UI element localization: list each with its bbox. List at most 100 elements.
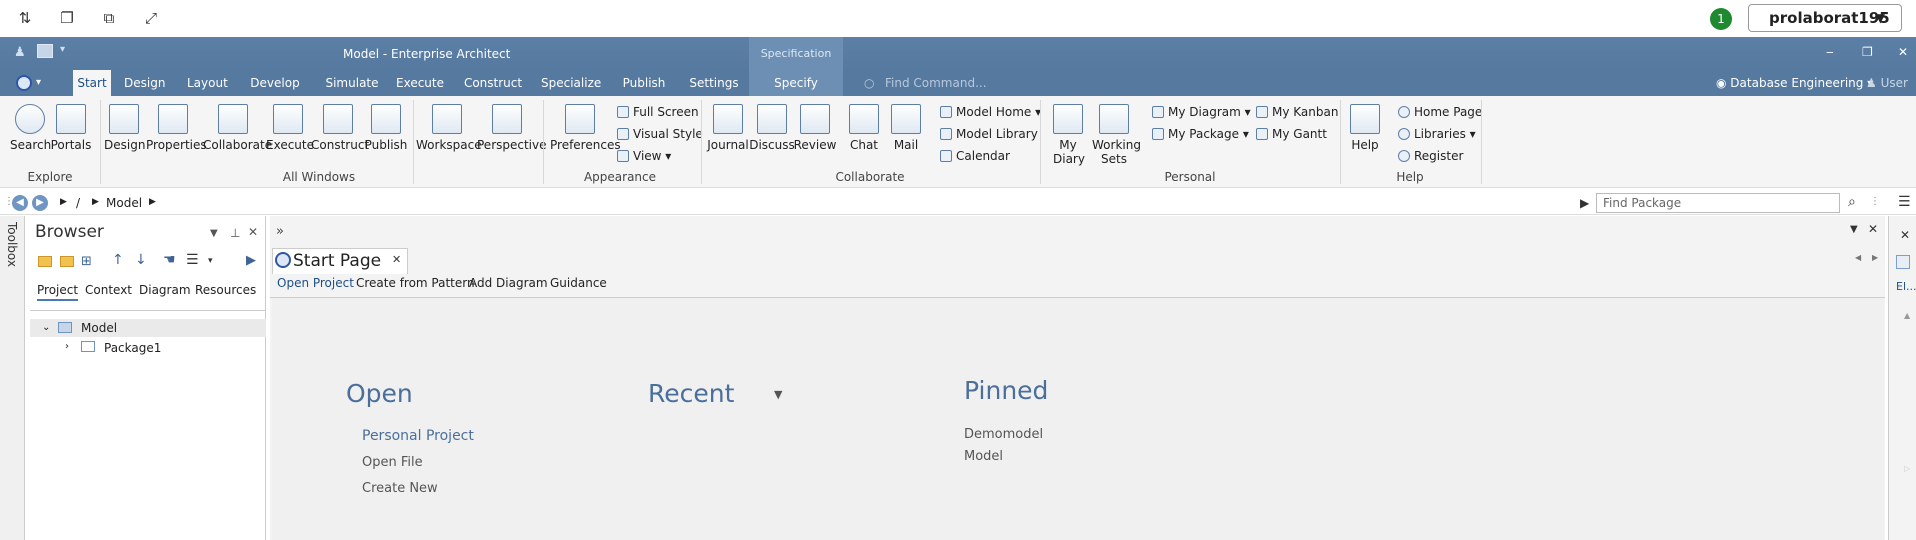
chevron-down-icon[interactable]: ▾ xyxy=(208,256,213,266)
chevron-right-icon[interactable]: › xyxy=(65,341,69,352)
menu-icon[interactable]: ☰ xyxy=(1898,194,1911,210)
new-package-icon[interactable] xyxy=(38,256,52,267)
hand-icon[interactable]: ☚ xyxy=(163,252,176,268)
chevron-right-icon[interactable]: ▶ xyxy=(60,197,67,207)
personal-project-link[interactable]: Personal Project xyxy=(362,428,474,444)
properties-button[interactable]: Properties xyxy=(146,104,207,152)
close-icon[interactable]: ✕ xyxy=(392,253,401,266)
workspace-selector[interactable]: ◉ Database Engineering ▾ xyxy=(1716,70,1873,96)
tab-start[interactable]: Start xyxy=(73,70,111,96)
swap-icon[interactable]: ⇅ xyxy=(15,8,35,28)
tab-layout[interactable]: Layout xyxy=(187,70,228,96)
my-diagram-button[interactable]: My Diagram ▾ xyxy=(1152,105,1251,119)
arrow-up-icon[interactable]: ↑ xyxy=(112,252,124,268)
portals-button[interactable]: Portals xyxy=(50,104,92,152)
scroll-right-icon[interactable]: ▷ xyxy=(1904,464,1910,473)
tab-start-page[interactable]: Start Page xyxy=(272,248,408,274)
menu-icon[interactable]: ☰ xyxy=(186,252,199,268)
app-icon[interactable] xyxy=(37,44,53,58)
mail-button[interactable]: Mail xyxy=(887,104,925,152)
tab-simulate[interactable]: Simulate xyxy=(322,70,382,96)
restore-window-icon[interactable]: ❐ xyxy=(1862,45,1873,59)
scroll-up-icon[interactable]: ▲ xyxy=(1904,311,1910,320)
notification-badge[interactable]: 1 xyxy=(1710,8,1732,30)
chevron-left-icon[interactable]: ◀ xyxy=(1855,253,1861,262)
libraries-button[interactable]: Libraries ▾ xyxy=(1398,127,1476,141)
full-screen-button[interactable]: Full Screen xyxy=(617,105,699,119)
discuss-button[interactable]: Discuss xyxy=(749,104,795,152)
fullscreen-icon[interactable]: ⤢ xyxy=(141,8,161,28)
subtab-guidance[interactable]: Guidance xyxy=(550,276,607,290)
chevron-right-icon[interactable]: ▶ xyxy=(149,197,156,207)
subtab-create-from-pattern[interactable]: Create from Pattern xyxy=(356,276,475,290)
windows-icon[interactable]: ⧉ xyxy=(99,8,119,28)
chat-button[interactable]: Chat xyxy=(845,104,883,152)
my-gantt-button[interactable]: My Gantt xyxy=(1256,127,1327,141)
collaborate-window-button[interactable]: Collaborate xyxy=(203,104,272,152)
pinned-item[interactable]: Model xyxy=(964,449,1003,464)
design-button[interactable]: Design xyxy=(104,104,145,152)
tab-construct[interactable]: Construct xyxy=(463,70,523,96)
model-library-button[interactable]: Model Library xyxy=(940,127,1038,141)
calendar-button[interactable]: Calendar xyxy=(940,149,1010,163)
subtab-open-project[interactable]: Open Project xyxy=(277,276,354,290)
chevron-down-icon[interactable]: ⌄ xyxy=(42,322,50,333)
close-icon[interactable]: ✕ xyxy=(248,225,258,239)
play-icon[interactable]: ▶ xyxy=(1580,196,1589,210)
tab-develop[interactable]: Develop xyxy=(250,70,300,96)
folder-icon[interactable] xyxy=(60,256,74,267)
pin-icon[interactable]: ⊥ xyxy=(230,226,240,240)
register-button[interactable]: Register xyxy=(1398,149,1463,163)
home-page-button[interactable]: Home Page xyxy=(1398,105,1482,119)
tree-item-package1[interactable]: Package1 xyxy=(104,341,161,355)
quick-access-icon[interactable]: ▾ xyxy=(60,44,65,55)
tab-publish[interactable]: Publish xyxy=(620,70,668,96)
play-icon[interactable]: ▶ xyxy=(246,253,256,268)
view-button[interactable]: View ▾ xyxy=(617,149,671,163)
find-command-input[interactable]: Find Command... xyxy=(885,70,987,96)
chevron-right-icon[interactable]: ▶ xyxy=(92,197,99,207)
tab-design[interactable]: Design xyxy=(124,70,165,96)
chevron-down-icon[interactable]: ▼ xyxy=(1850,224,1858,235)
find-package-input[interactable]: Find Package xyxy=(1596,193,1840,213)
toolbox-strip[interactable]: Toolbox xyxy=(0,216,25,540)
tab-settings[interactable]: Settings xyxy=(689,70,739,96)
help-button[interactable]: Help xyxy=(1348,104,1382,152)
restore-icon[interactable]: ❐ xyxy=(57,8,77,28)
search-icon[interactable]: ⌕ xyxy=(1848,194,1856,210)
chevron-down-icon[interactable]: ▼ xyxy=(774,388,782,401)
open-file-link[interactable]: Open File xyxy=(362,455,423,470)
my-diary-button[interactable]: My Diary xyxy=(1050,104,1086,166)
perspective-button[interactable]: Perspective xyxy=(477,104,547,152)
search-button[interactable]: Search xyxy=(10,104,51,152)
execute-button[interactable]: Execute xyxy=(266,104,314,152)
chevron-down-icon[interactable]: ▼ xyxy=(210,228,218,239)
breadcrumb-item-model[interactable]: Model xyxy=(106,196,142,210)
close-icon[interactable]: ✕ xyxy=(1868,222,1878,236)
subtab-add-diagram[interactable]: Add Diagram xyxy=(469,276,548,290)
arrow-down-icon[interactable]: ↓ xyxy=(135,252,147,268)
expand-icon[interactable]: » xyxy=(276,224,284,239)
publish-button[interactable]: Publish xyxy=(363,104,409,152)
my-kanban-button[interactable]: My Kanban xyxy=(1256,105,1338,119)
visual-style-button[interactable]: Visual Style xyxy=(617,127,703,141)
tab-specify[interactable]: Specify xyxy=(749,70,843,96)
close-icon[interactable]: ✕ xyxy=(1900,228,1910,242)
tree-icon[interactable]: ⊞ xyxy=(81,254,92,269)
browser-tab-diagram[interactable]: Diagram xyxy=(139,283,191,297)
ea-logo-icon[interactable] xyxy=(16,75,32,91)
construct-button[interactable]: Construct xyxy=(311,104,369,152)
chevron-down-icon[interactable]: ▾ xyxy=(36,77,41,88)
browser-tab-resources[interactable]: Resources xyxy=(195,283,256,297)
user-selector[interactable]: ♟ User xyxy=(1866,70,1908,96)
pinned-item[interactable]: Demomodel xyxy=(964,427,1043,442)
forward-icon[interactable]: ▶ xyxy=(32,195,48,211)
breadcrumb-root[interactable]: / xyxy=(76,196,80,210)
back-icon[interactable]: ◀ xyxy=(12,195,28,211)
user-menu-button[interactable]: prolaborat195 ▼ xyxy=(1748,4,1902,32)
preferences-button[interactable]: Preferences xyxy=(550,104,621,152)
tab-specialize[interactable]: Specialize xyxy=(541,70,601,96)
review-button[interactable]: Review xyxy=(792,104,838,152)
model-home-button[interactable]: Model Home ▾ xyxy=(940,105,1041,119)
tab-execute[interactable]: Execute xyxy=(395,70,445,96)
